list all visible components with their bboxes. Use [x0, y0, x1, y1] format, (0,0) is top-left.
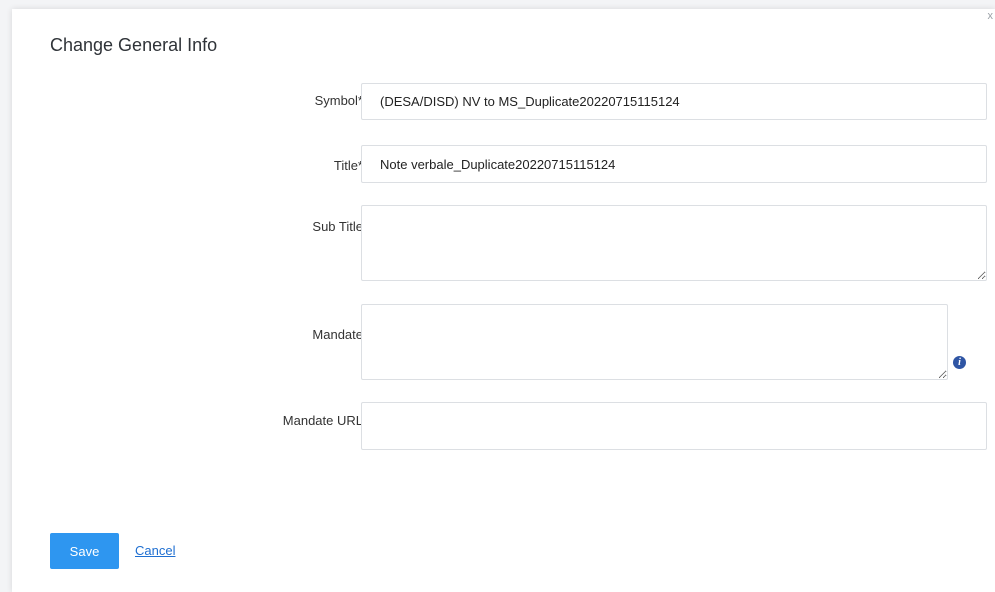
save-button[interactable]: Save: [50, 533, 119, 569]
mandate-textarea[interactable]: [361, 304, 948, 380]
mandate-url-input[interactable]: [361, 402, 987, 450]
mandate-label: Mandate: [312, 327, 363, 342]
info-icon[interactable]: i: [953, 356, 966, 369]
symbol-label: Symbol*: [314, 93, 363, 108]
close-icon[interactable]: x: [988, 11, 994, 22]
change-general-info-dialog: x Change General Info Symbol* Title* Sub…: [12, 9, 995, 592]
title-input[interactable]: [361, 145, 987, 183]
sub-title-textarea[interactable]: [361, 205, 987, 281]
title-label: Title*: [333, 158, 363, 173]
symbol-input[interactable]: [361, 83, 987, 120]
sub-title-label: Sub Title: [312, 219, 363, 234]
cancel-link[interactable]: Cancel: [135, 543, 175, 558]
mandate-url-label: Mandate URL: [282, 413, 363, 428]
dialog-title: Change General Info: [50, 35, 218, 55]
